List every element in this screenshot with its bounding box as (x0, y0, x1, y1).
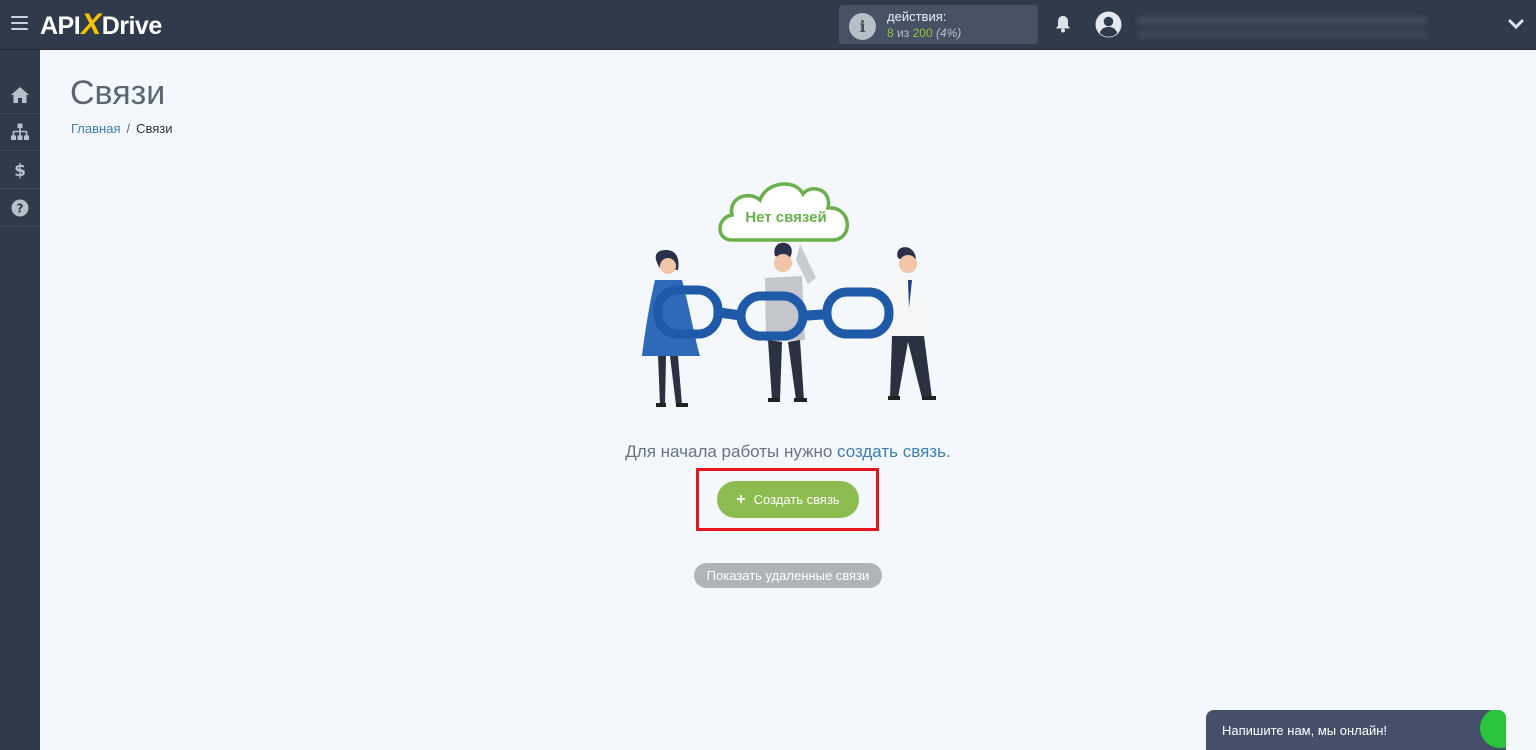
svg-text:?: ? (17, 202, 24, 216)
bell-icon[interactable] (1053, 14, 1073, 34)
breadcrumb: Главная / Связи (71, 121, 173, 136)
create-connection-button[interactable]: + Создать связь (717, 481, 859, 518)
chat-widget[interactable]: Напишите нам, мы онлайн! (1206, 710, 1506, 750)
sidebar-item-billing[interactable]: $ (0, 152, 40, 189)
no-connections-illustration: Нет связей (642, 182, 936, 407)
menu-icon[interactable] (11, 16, 28, 30)
plus-icon: + (736, 490, 746, 508)
user-icon[interactable] (1095, 11, 1122, 38)
logo-text-x: X (81, 8, 101, 41)
actions-counter[interactable]: i действия: 8 из 200 (4%) (839, 5, 1038, 44)
actions-percent: (4%) (935, 26, 962, 40)
breadcrumb-home[interactable]: Главная (71, 121, 120, 136)
page-title: Связи (70, 74, 166, 112)
cloud-icon: Нет связей (718, 182, 850, 242)
top-bar: APIXDrive i действия: 8 из 200 (4%) (0, 0, 1536, 50)
sidebar-item-home[interactable] (0, 77, 40, 114)
actions-of: из (897, 26, 910, 40)
info-icon: i (849, 13, 876, 40)
actions-used: 8 (887, 26, 894, 40)
logo-text-api: API (40, 12, 81, 40)
sidebar: $ ? (0, 50, 40, 750)
actions-count: 8 из 200 (4%) (887, 26, 961, 40)
breadcrumb-current: Связи (136, 121, 173, 136)
home-icon (11, 87, 29, 103)
start-hint: Для начала работы нужно создать связь. (0, 442, 1536, 462)
show-deleted-button[interactable]: Показать удаленные связи (694, 563, 882, 588)
create-connection-label: Создать связь (753, 492, 840, 507)
logo-text-drive: Drive (101, 12, 163, 40)
user-name-blurred (1137, 16, 1427, 26)
logo[interactable]: APIXDrive (40, 9, 162, 41)
help-icon: ? (11, 199, 29, 217)
cloud-label: Нет связей (745, 209, 826, 226)
actions-total: 200 (912, 26, 933, 40)
sidebar-item-connections[interactable] (0, 114, 40, 151)
user-email-blurred (1137, 30, 1427, 39)
sitemap-icon (11, 123, 29, 140)
create-connection-link[interactable]: создать связь (837, 442, 946, 461)
actions-label: действия: (887, 9, 947, 24)
person-man-middle (765, 242, 816, 402)
chat-label: Напишите нам, мы онлайн! (1222, 723, 1388, 738)
start-hint-period: . (945, 442, 951, 461)
sidebar-item-help[interactable]: ? (0, 190, 40, 227)
svg-text:$: $ (14, 161, 26, 180)
breadcrumb-separator: / (126, 121, 131, 136)
dollar-icon: $ (14, 161, 26, 180)
online-indicator (1480, 710, 1506, 748)
person-man-right (888, 247, 936, 400)
chevron-down-icon[interactable] (1508, 18, 1524, 30)
start-hint-text: Для начала работы нужно (625, 442, 838, 461)
